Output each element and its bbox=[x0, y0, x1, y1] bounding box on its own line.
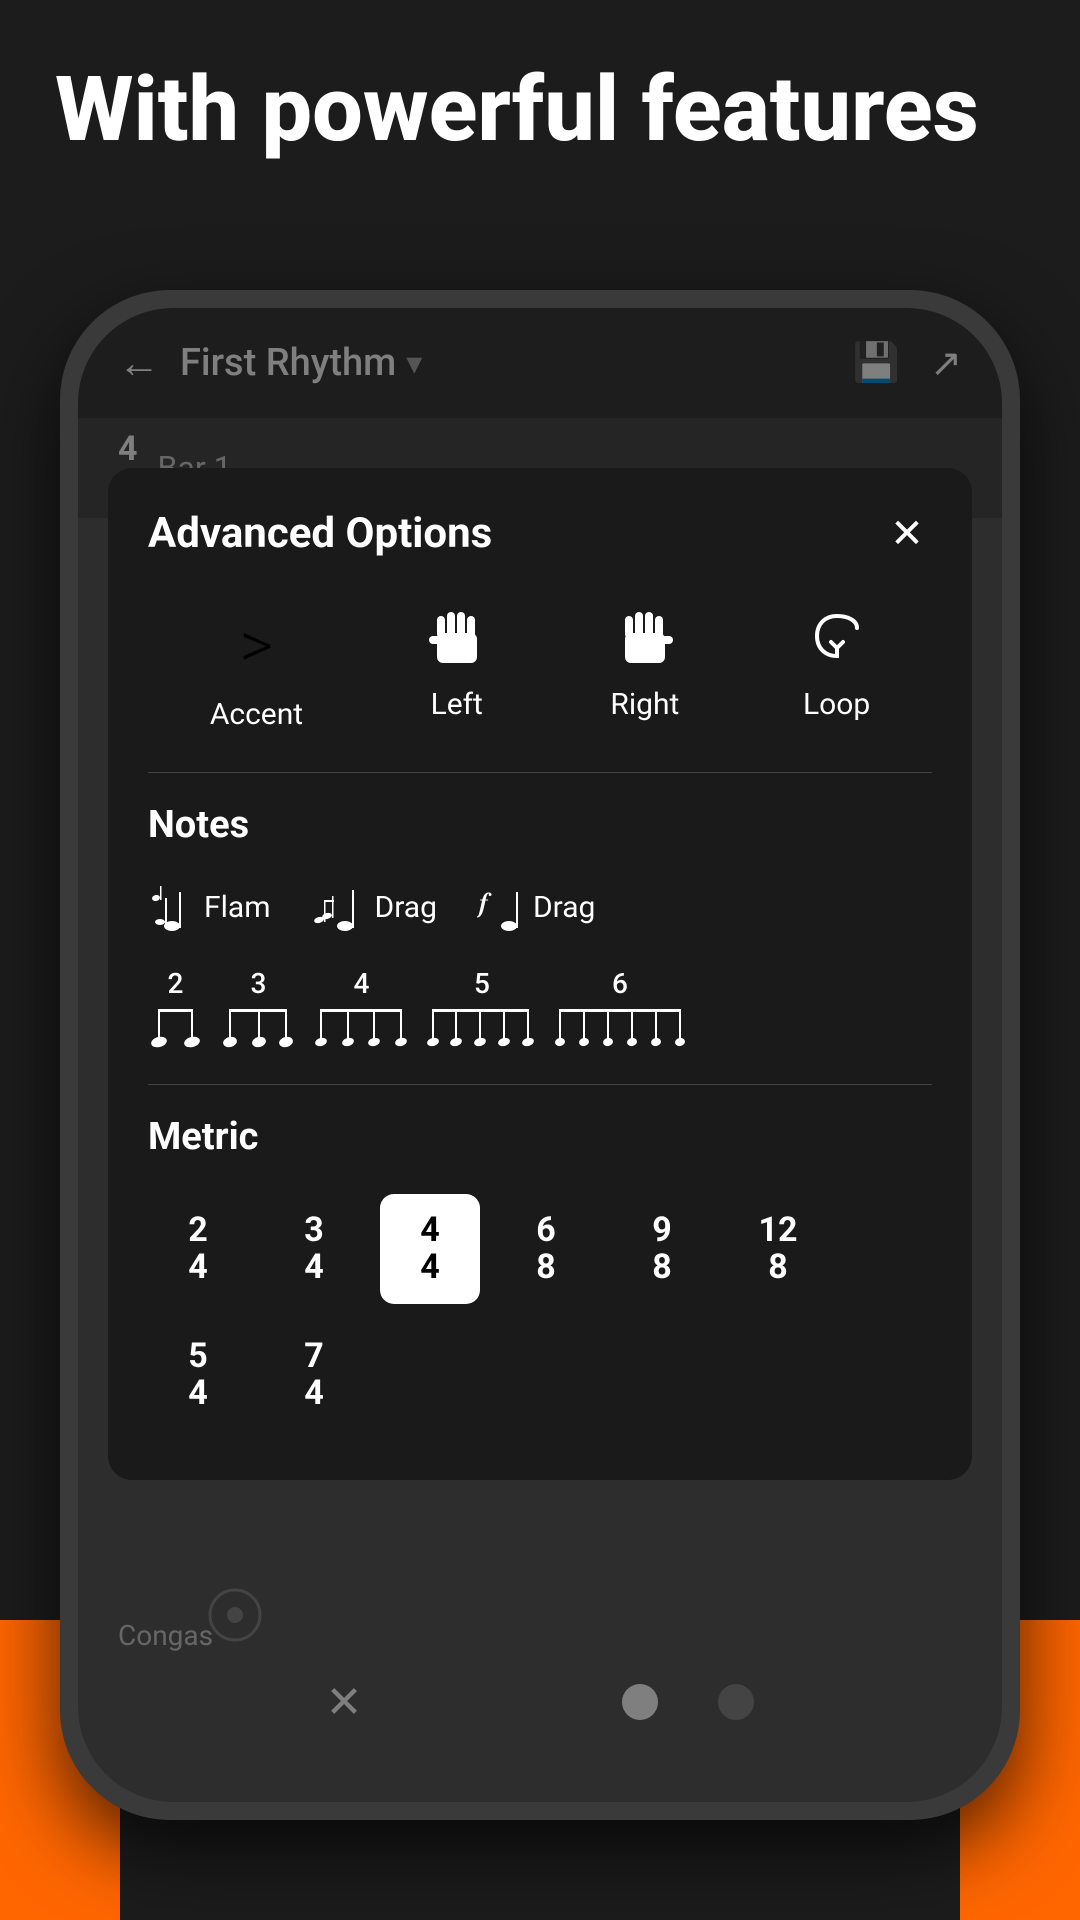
tuplet-2[interactable]: 2 bbox=[148, 967, 203, 1054]
svg-text:𝆑: 𝆑 bbox=[477, 888, 492, 919]
drag1-label: Drag bbox=[375, 890, 437, 925]
metric-num-4: 9 bbox=[652, 1212, 672, 1249]
tuplet-3-number: 3 bbox=[251, 967, 267, 1000]
divider-1 bbox=[148, 772, 932, 773]
metric-denom-0: 4 bbox=[188, 1249, 208, 1286]
right-option[interactable]: Right bbox=[610, 608, 679, 732]
metric-num-2: 4 bbox=[420, 1212, 440, 1249]
metric-item-3-4[interactable]: 34 bbox=[264, 1194, 364, 1304]
metric-section-title: Metric bbox=[148, 1115, 932, 1159]
drag2-label: Drag bbox=[533, 890, 595, 925]
hero-title: With powerful features bbox=[55, 60, 979, 159]
metric-item-2-4[interactable]: 24 bbox=[148, 1194, 248, 1304]
metric-num-5: 12 bbox=[758, 1212, 797, 1249]
left-label: Left bbox=[431, 687, 483, 722]
left-option[interactable]: Left bbox=[427, 608, 487, 732]
metric-denom-6: 4 bbox=[188, 1375, 208, 1412]
drag1-icon bbox=[311, 882, 363, 932]
phone-frame: ← First Rhythm ▾ 💾 ↗ 4 4 Bar 1 bbox=[60, 290, 1020, 1820]
tuplet-row: 2 3 bbox=[148, 967, 932, 1054]
metric-denom-5: 8 bbox=[768, 1249, 788, 1286]
background: With powerful features ← First Rhythm ▾ … bbox=[0, 0, 1080, 1920]
tuplet-6-number: 6 bbox=[612, 967, 628, 1000]
metric-denom-1: 4 bbox=[304, 1249, 324, 1286]
loop-icon bbox=[807, 608, 867, 673]
metric-item-4-4[interactable]: 44 bbox=[380, 1194, 480, 1304]
metric-denom-7: 4 bbox=[304, 1375, 324, 1412]
metric-item-7-4[interactable]: 74 bbox=[264, 1320, 364, 1430]
metric-denom-4: 8 bbox=[652, 1249, 672, 1286]
right-hand-icon bbox=[615, 608, 675, 673]
metric-num-6: 5 bbox=[188, 1338, 208, 1375]
metric-item-5-4[interactable]: 54 bbox=[148, 1320, 248, 1430]
drag-option-1[interactable]: Drag bbox=[311, 882, 437, 932]
tuplet-4[interactable]: 4 bbox=[314, 967, 409, 1054]
loop-option[interactable]: Loop bbox=[803, 608, 870, 732]
metric-denom-2: 4 bbox=[420, 1249, 440, 1286]
metric-num-0: 2 bbox=[188, 1212, 208, 1249]
metric-item-6-8[interactable]: 68 bbox=[496, 1194, 596, 1304]
notes-section-title: Notes bbox=[148, 803, 932, 847]
drag-option-2[interactable]: 𝆑 Drag bbox=[477, 882, 595, 932]
metric-num-7: 7 bbox=[304, 1338, 324, 1375]
metric-denom-3: 8 bbox=[536, 1249, 556, 1286]
flam-option[interactable]: Flam bbox=[148, 882, 271, 932]
metric-grid: 24344468981285474 bbox=[148, 1194, 932, 1430]
flam-icon bbox=[148, 882, 192, 932]
tuplet-3[interactable]: 3 bbox=[221, 967, 296, 1054]
modal-close-button[interactable]: ✕ bbox=[882, 508, 932, 558]
metric-num-3: 6 bbox=[536, 1212, 556, 1249]
divider-2 bbox=[148, 1084, 932, 1085]
modal-title: Advanced Options bbox=[148, 509, 492, 558]
tuplet-2-number: 2 bbox=[168, 967, 184, 1000]
tuplet-6[interactable]: 6 bbox=[555, 967, 685, 1054]
tuplet-5-number: 5 bbox=[474, 967, 490, 1000]
modal-header: Advanced Options ✕ bbox=[148, 508, 932, 558]
loop-label: Loop bbox=[803, 687, 870, 722]
drag2-icon: 𝆑 bbox=[477, 882, 521, 932]
advanced-options-modal: Advanced Options ✕ > Accent bbox=[108, 468, 972, 1480]
metric-item-12-8[interactable]: 128 bbox=[728, 1194, 828, 1304]
accent-option[interactable]: > Accent bbox=[210, 608, 303, 732]
tuplet-4-number: 4 bbox=[354, 967, 370, 1000]
notes-items-row: Flam bbox=[148, 882, 932, 932]
tuplet-5[interactable]: 5 bbox=[427, 967, 537, 1054]
flam-label: Flam bbox=[204, 890, 271, 925]
accent-icon: > bbox=[240, 608, 273, 683]
phone-screen: ← First Rhythm ▾ 💾 ↗ 4 4 Bar 1 bbox=[78, 308, 1002, 1802]
action-icons-row: > Accent bbox=[148, 608, 932, 732]
right-label: Right bbox=[610, 687, 679, 722]
metric-item-9-8[interactable]: 98 bbox=[612, 1194, 712, 1304]
accent-label: Accent bbox=[210, 697, 303, 732]
metric-num-1: 3 bbox=[304, 1212, 324, 1249]
left-hand-icon bbox=[427, 608, 487, 673]
